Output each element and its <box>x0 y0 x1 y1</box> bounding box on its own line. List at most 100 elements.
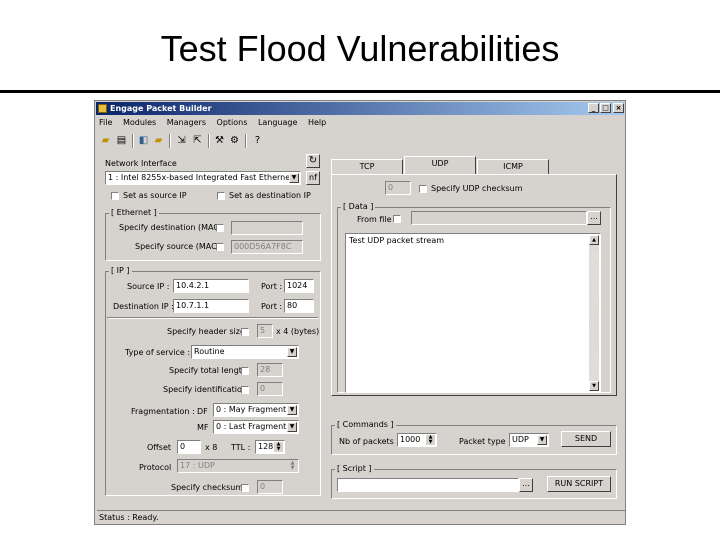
chevron-down-icon[interactable]: ▼ <box>537 435 547 445</box>
ip-group-label: [ IP ] <box>109 266 132 275</box>
total-length-field[interactable]: 28 <box>257 363 283 377</box>
data-scrollbar[interactable]: ▲ ▼ <box>589 235 599 391</box>
menu-options[interactable]: Options <box>217 118 248 127</box>
specify-dest-mac-label: Specify destination (MAC) <box>119 223 223 232</box>
source-port-label: Port : <box>261 282 283 291</box>
identification-checkbox[interactable] <box>241 386 249 394</box>
mf-label: MF <box>197 423 209 432</box>
offset-unit: x 8 <box>205 443 218 452</box>
data-textarea[interactable]: Test UDP packet stream ▲ ▼ <box>345 233 601 393</box>
network-interface-select[interactable]: 1 : Intel 8255x-based Integrated Fast Et… <box>105 171 301 185</box>
tab-tcp[interactable]: TCP <box>331 159 403 175</box>
save-icon[interactable]: ▤ <box>115 134 128 147</box>
scroll-up-icon[interactable]: ▲ <box>589 235 599 245</box>
set-dest-ip-label: Set as destination IP <box>229 191 311 200</box>
tab-udp[interactable]: UDP <box>404 156 476 175</box>
udp-checksum-value: 0 <box>388 183 394 192</box>
refresh-icon[interactable]: ↻ <box>306 154 320 168</box>
tos-select[interactable]: Routine ▼ <box>191 345 299 359</box>
set-source-ip-checkbox[interactable] <box>111 192 119 200</box>
udp-checksum-checkbox[interactable] <box>419 185 427 193</box>
chevron-down-icon[interactable]: ▼ <box>287 422 297 432</box>
help-icon[interactable]: ? <box>251 134 264 147</box>
from-file-checkbox[interactable] <box>393 215 401 223</box>
settings-icon[interactable]: ⚙ <box>228 134 241 147</box>
import-icon[interactable]: ⇲ <box>175 134 188 147</box>
dest-port-field[interactable]: 80 <box>284 299 314 313</box>
source-ip-label: Source IP : <box>127 282 170 291</box>
status-text: Ready. <box>132 513 159 522</box>
ip-checksum-checkbox[interactable] <box>241 484 249 492</box>
source-port-field[interactable]: 1024 <box>284 279 314 293</box>
maximize-button[interactable]: □ <box>600 103 611 113</box>
from-file-field[interactable] <box>411 211 587 225</box>
header-size-value: 5 <box>260 326 266 335</box>
ttl-spinner-icon[interactable]: ▲ ▼ <box>274 442 283 452</box>
offset-field[interactable]: 0 <box>177 440 201 454</box>
script-browse-button[interactable]: ... <box>519 478 533 492</box>
scroll-down-icon[interactable]: ▼ <box>589 381 599 391</box>
tos-value: Routine <box>194 347 225 356</box>
dest-ip-field[interactable]: 10.7.1.1 <box>173 299 249 313</box>
close-button[interactable]: × <box>613 103 624 113</box>
tab-icmp[interactable]: ICMP <box>477 159 549 175</box>
set-dest-ip-checkbox[interactable] <box>217 192 225 200</box>
menu-modules[interactable]: Modules <box>123 118 156 127</box>
protocol-spinner-icon[interactable]: ▲ ▼ <box>288 461 297 471</box>
new-packet-icon[interactable]: ◧ <box>137 134 150 147</box>
udp-checksum-label: Specify UDP checksum <box>431 184 523 193</box>
menu-language[interactable]: Language <box>258 118 297 127</box>
dest-port-value: 80 <box>287 301 298 310</box>
chevron-down-icon[interactable]: ▼ <box>287 405 297 415</box>
menu-managers[interactable]: Managers <box>167 118 206 127</box>
protocol-field[interactable]: 17 : UDP ▲ ▼ <box>177 459 299 473</box>
toolbar-separator <box>245 134 247 148</box>
interface-info-button[interactable]: nf <box>306 171 320 185</box>
toolbar: ▰ ▤ ◧ ▰ ⇲ ⇱ ⚒ ⚙ ? <box>97 132 623 150</box>
source-mac-field[interactable]: 000D56A7F8C <box>231 240 303 254</box>
send-button[interactable]: SEND <box>561 431 611 447</box>
chevron-down-icon[interactable]: ▼ <box>287 347 297 357</box>
specify-source-mac-checkbox[interactable] <box>216 243 224 251</box>
packet-type-value: UDP <box>512 435 529 444</box>
protocol-label: Protocol <box>139 463 172 472</box>
header-size-checkbox[interactable] <box>241 328 249 336</box>
menu-file[interactable]: File <box>99 118 112 127</box>
open-folder-icon[interactable]: ▰ <box>99 134 112 147</box>
nb-packets-spinner-icon[interactable]: ▲ ▼ <box>426 435 435 445</box>
nb-packets-field[interactable]: 1000 ▲ ▼ <box>397 433 437 447</box>
packet-type-select[interactable]: UDP ▼ <box>509 433 549 447</box>
ethernet-group-label: [ Ethernet ] <box>109 208 159 217</box>
udp-checksum-field[interactable]: 0 <box>385 181 411 195</box>
mf-select[interactable]: 0 : Last Fragment ▼ <box>213 420 299 434</box>
dest-port-label: Port : <box>261 302 283 311</box>
source-ip-value: 10.4.2.1 <box>176 281 210 290</box>
packet-builder-window: Engage Packet Builder _ □ × File Modules… <box>94 100 626 525</box>
ttl-label: TTL : <box>231 443 251 452</box>
script-path-field[interactable] <box>337 478 519 492</box>
title-bar[interactable]: Engage Packet Builder <box>96 102 624 115</box>
minimize-button[interactable]: _ <box>588 103 599 113</box>
header-size-field[interactable]: 5 <box>257 324 273 338</box>
source-ip-field[interactable]: 10.4.2.1 <box>173 279 249 293</box>
identification-field[interactable]: 0 <box>257 382 283 396</box>
tools-icon[interactable]: ⚒ <box>213 134 226 147</box>
df-select[interactable]: 0 : May Fragment ▼ <box>213 403 299 417</box>
menu-help[interactable]: Help <box>308 118 326 127</box>
ip-checksum-field[interactable]: 0 <box>257 480 283 494</box>
status-bar: Status : Ready. <box>97 510 625 524</box>
header-size-label: Specify header size <box>167 327 245 336</box>
ip-checksum-value: 0 <box>260 482 266 491</box>
run-script-button[interactable]: RUN SCRIPT <box>547 476 611 492</box>
export-icon[interactable]: ⇱ <box>191 134 204 147</box>
from-file-browse-button[interactable]: ... <box>587 211 601 225</box>
total-length-checkbox[interactable] <box>241 367 249 375</box>
specify-dest-mac-checkbox[interactable] <box>216 224 224 232</box>
open-packet-icon[interactable]: ▰ <box>152 134 165 147</box>
network-interface-value: 1 : Intel 8255x-based Integrated Fast Et… <box>108 173 294 182</box>
menu-bar: File Modules Managers Options Language H… <box>99 117 334 129</box>
chevron-down-icon[interactable]: ▼ <box>289 173 299 183</box>
commands-group-label: [ Commands ] <box>335 420 396 429</box>
ttl-field[interactable]: 128 ▲ ▼ <box>255 440 285 454</box>
dest-mac-field[interactable] <box>231 221 303 235</box>
